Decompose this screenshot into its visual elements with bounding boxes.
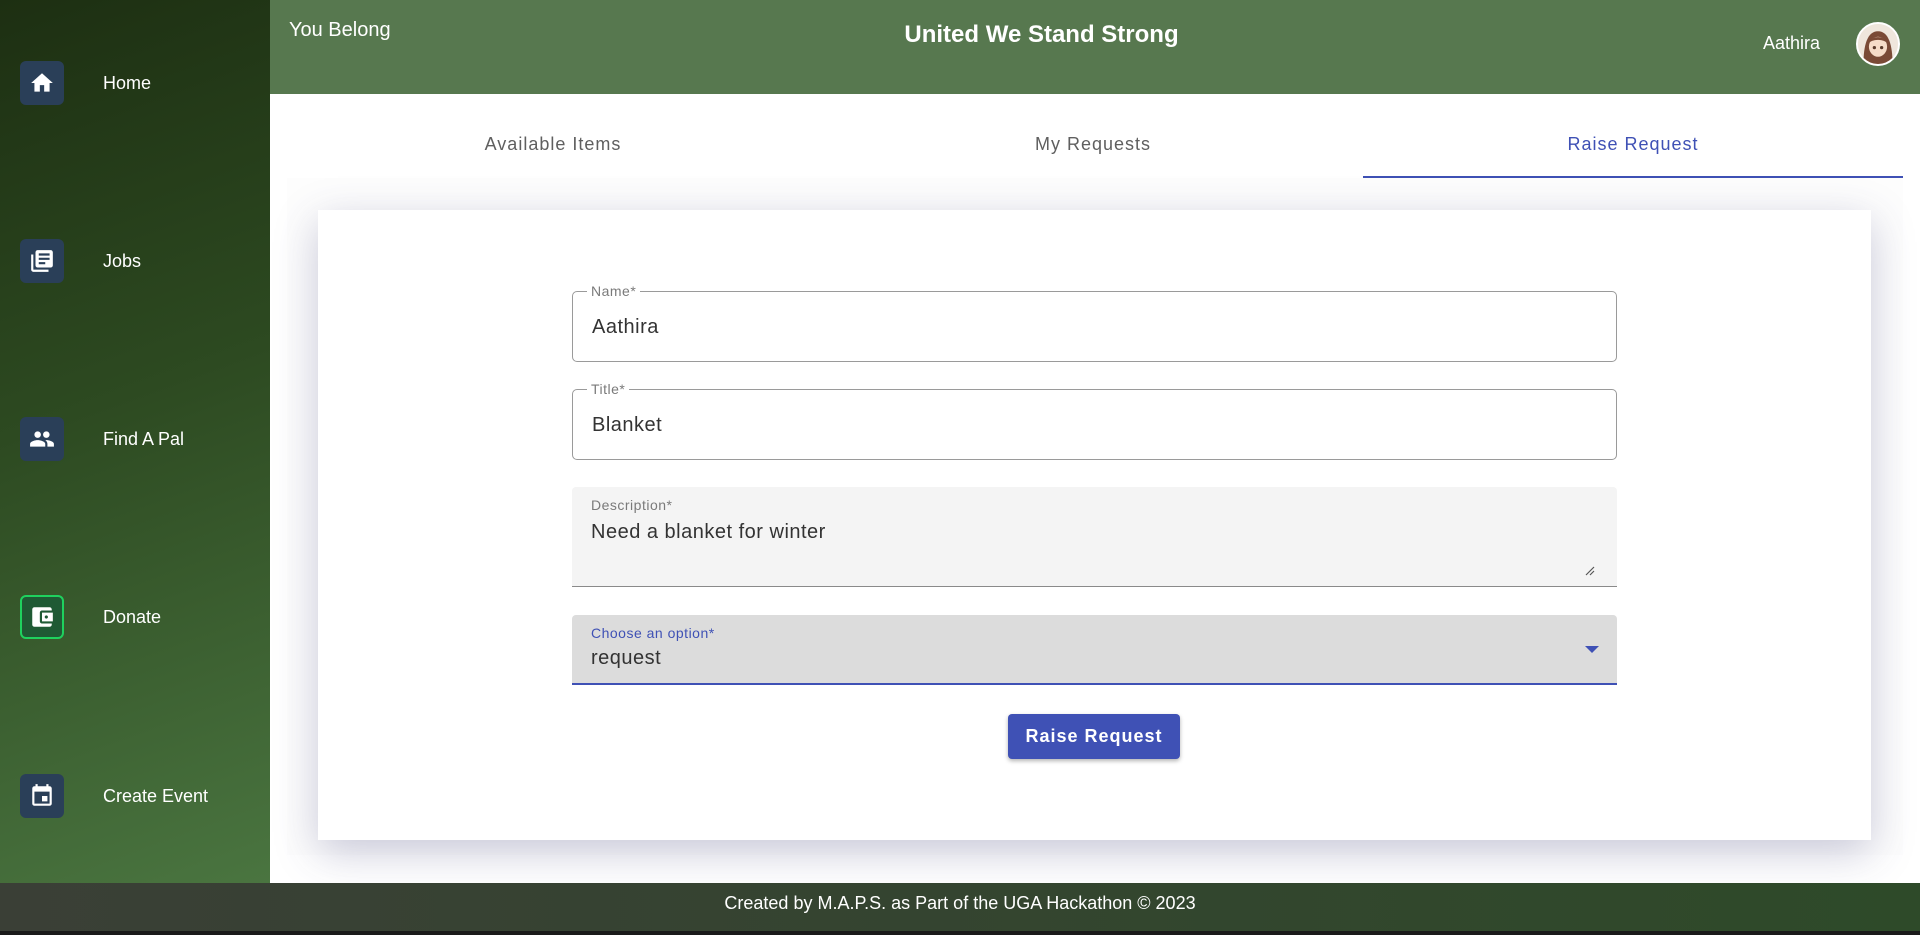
avatar-icon: [1858, 24, 1898, 64]
option-select-value: request: [591, 647, 662, 669]
sidebar-item-label: Create Event: [103, 785, 209, 806]
raise-request-button[interactable]: Raise Request: [1008, 714, 1180, 759]
sidebar-item-label: Home: [103, 72, 152, 93]
name-field-label: Name*: [587, 283, 641, 299]
home-icon: [20, 61, 64, 105]
sidebar-item-label: Donate: [103, 606, 162, 627]
dropdown-arrow-icon: [1585, 646, 1599, 653]
sidebar-item-jobs[interactable]: Jobs: [20, 239, 141, 283]
description-field[interactable]: Description* Need a blanket for winter: [572, 487, 1617, 587]
avatar[interactable]: [1856, 22, 1900, 66]
title-field-label: Title*: [587, 381, 630, 397]
title-field[interactable]: Title* Blanket: [572, 381, 1617, 460]
footer: Created by M.A.P.S. as Part of the UGA H…: [0, 883, 1920, 935]
name-field[interactable]: Name* Aathira: [572, 283, 1617, 362]
footer-text: Created by M.A.P.S. as Part of the UGA H…: [724, 893, 1196, 913]
description-field-label: Description*: [591, 497, 673, 513]
sidebar-item-donate[interactable]: Donate: [20, 595, 161, 639]
footer-divider: [0, 931, 1920, 935]
newspaper-icon: [20, 239, 64, 283]
sidebar-item-label: Jobs: [103, 250, 142, 271]
sidebar-item-find-a-pal[interactable]: Find A Pal: [20, 417, 184, 461]
sidebar-item-label: Find A Pal: [103, 428, 185, 449]
option-select-label: Choose an option*: [591, 625, 715, 641]
people-icon: [20, 417, 64, 461]
tab-my-requests[interactable]: My Requests: [823, 110, 1363, 178]
page-title: United We Stand Strong: [904, 21, 1179, 48]
tab-raise-request[interactable]: Raise Request: [1363, 110, 1903, 178]
calendar-icon: [20, 774, 64, 818]
sidebar-item-create-event[interactable]: Create Event: [20, 774, 208, 818]
username-label: Aathira: [1762, 33, 1820, 53]
option-select[interactable]: Choose an option* request: [572, 615, 1617, 685]
wallet-icon: [20, 595, 64, 639]
sidebar-item-home[interactable]: Home: [20, 61, 151, 105]
sidebar: Home Jobs Find A Pal Donate Create Event: [0, 0, 270, 883]
resize-handle-icon[interactable]: [1585, 566, 1595, 576]
request-tabs: Available Items My Requests Raise Reques…: [283, 110, 1903, 178]
name-field-value: Aathira: [592, 316, 659, 338]
raise-request-form: Name* Aathira Title* Blanket Description…: [318, 210, 1871, 840]
title-field-value: Blanket: [592, 414, 663, 436]
top-header: You Belong United We Stand Strong Aathir…: [270, 0, 1920, 94]
description-field-value: Need a blanket for winter: [591, 521, 826, 543]
tab-available-items[interactable]: Available Items: [283, 110, 823, 178]
